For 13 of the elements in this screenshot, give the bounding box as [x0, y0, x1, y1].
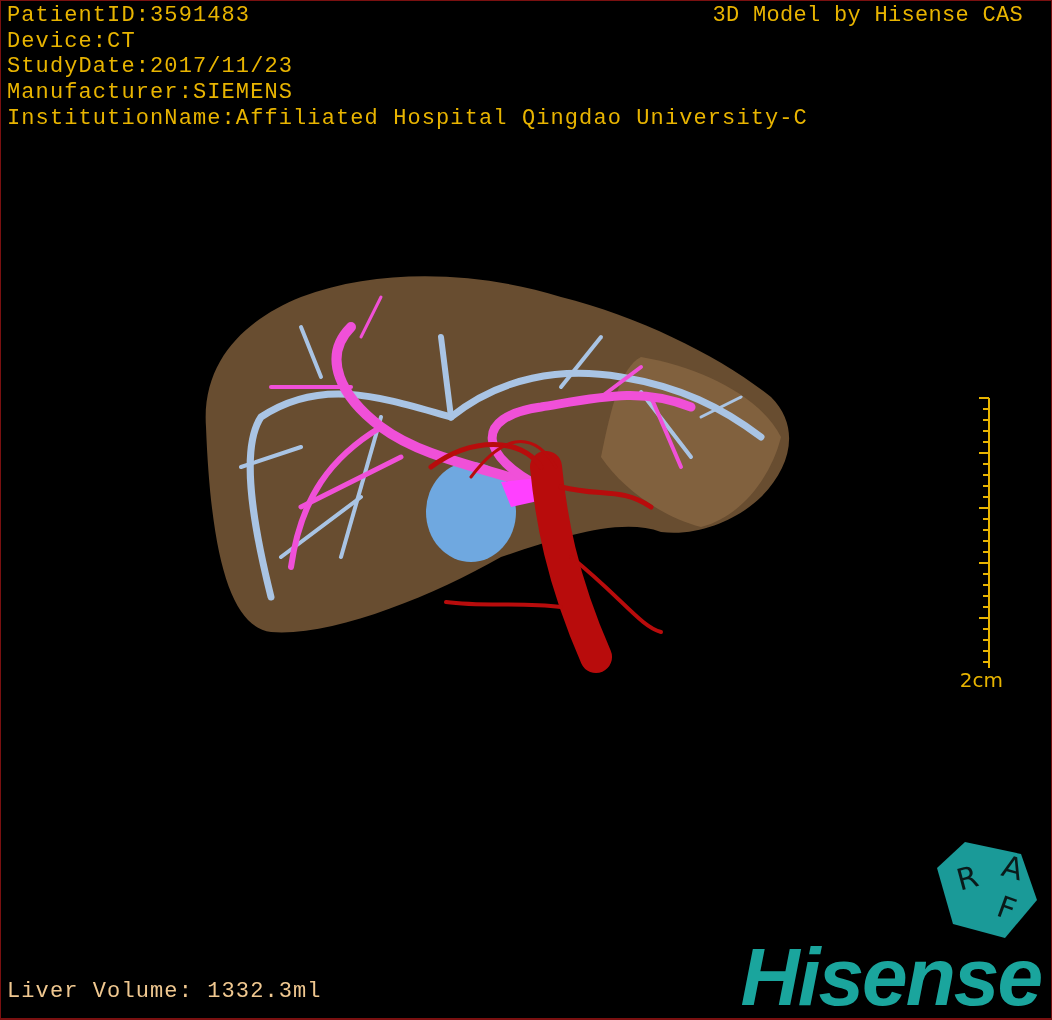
brand-logo: Hisense [740, 942, 1041, 1012]
orientation-cube[interactable] [937, 842, 1037, 938]
scale-label: 2cm [959, 667, 1003, 692]
info-text: InstitutionName:Affiliated Hospital Qingdao University-C [7, 105, 808, 132]
info-text: PatientID:3591483 [7, 3, 251, 29]
viewer-title: 3D Model by Hisense CAS [712, 3, 1024, 29]
cube-face-label: F [992, 888, 1021, 928]
info-text: StudyDate:2017/11/23 [7, 54, 294, 81]
info-text: Manufacturer:SIEMENS [7, 80, 294, 106]
info-text: Device:CT [7, 28, 136, 55]
liver-volume-text: Liver Volume: 1332.3ml [7, 979, 322, 1004]
cube-face-label: R [952, 858, 982, 898]
cube-face-label: A [998, 848, 1028, 888]
